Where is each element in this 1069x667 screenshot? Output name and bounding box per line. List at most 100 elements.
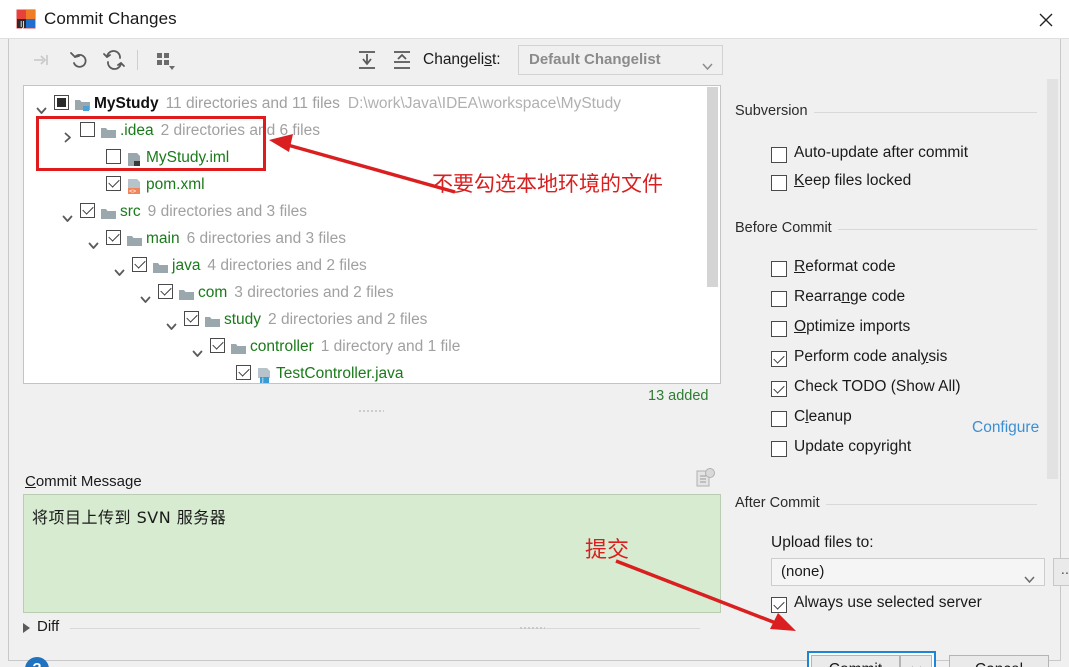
option-checkbox[interactable]	[771, 597, 787, 613]
tree-row[interactable]: main 6 directories and 3 files	[24, 225, 720, 252]
tree-row[interactable]: .idea 2 directories and 6 files	[24, 117, 720, 144]
window-title: Commit Changes	[44, 9, 177, 28]
option-checkbox[interactable]	[771, 441, 787, 457]
option-label: Keep files locked	[794, 172, 912, 189]
tree-row-name: TestController.java	[276, 365, 404, 382]
tree-row-description: 11 directories and 11 files	[165, 95, 340, 112]
tree-row-path: D:\work\Java\IDEA\workspace\MyStudy	[347, 95, 621, 112]
tree-row-checkbox[interactable]	[80, 122, 95, 137]
chevron-down-icon[interactable]	[192, 341, 203, 357]
tree-row-checkbox[interactable]	[80, 203, 95, 218]
tree-row[interactable]: src 9 directories and 3 files	[24, 198, 720, 225]
chevron-down-icon[interactable]	[166, 314, 177, 330]
annotation-text-commit: 提交	[585, 538, 630, 563]
svg-text:<>: <>	[129, 188, 137, 194]
tree-row[interactable]: study 2 directories and 2 files	[24, 306, 720, 333]
tree-row-description: 3 directories and 2 files	[234, 284, 394, 301]
option-checkbox[interactable]	[771, 351, 787, 367]
changelist-label: Changelist:	[423, 51, 501, 69]
chevron-down-icon[interactable]	[36, 98, 47, 114]
svg-text:IJ: IJ	[20, 20, 25, 29]
options-scrollbar-thumb[interactable]	[1047, 79, 1058, 479]
commit-changes-dialog: IJ Commit Changes Changelist: Default Ch…	[0, 0, 1069, 667]
folder-icon	[100, 203, 117, 219]
commit-button[interactable]: Commit	[811, 655, 900, 667]
refresh-icon[interactable]	[101, 47, 127, 73]
chevron-down-icon	[1024, 570, 1035, 584]
tree-row-name: java	[172, 257, 201, 274]
tree-row-name: MyStudy	[94, 95, 159, 112]
tree-row-description: 6 directories and 3 files	[186, 230, 346, 247]
tree-row-checkbox[interactable]	[106, 176, 121, 191]
dialog-content: Changelist: Default Changelist MyStudy 11…	[8, 39, 1069, 667]
option-checkbox[interactable]	[771, 411, 787, 427]
cancel-button[interactable]: Cancel	[949, 655, 1049, 667]
tree-row-checkbox[interactable]	[106, 149, 121, 164]
tree-row-checkbox[interactable]	[210, 338, 225, 353]
tree-scrollbar-thumb[interactable]	[707, 87, 718, 287]
option-checkbox[interactable]	[771, 291, 787, 307]
tree-row-checkbox[interactable]	[236, 365, 251, 380]
tree-row-name: pom.xml	[146, 176, 205, 193]
diff-splitter-handle[interactable]	[519, 626, 545, 631]
tree-row-checkbox[interactable]	[132, 257, 147, 272]
option-checkbox[interactable]	[771, 175, 787, 191]
folder-icon	[204, 311, 221, 327]
chevron-down-icon[interactable]	[62, 206, 73, 222]
chevron-down-icon[interactable]	[140, 287, 151, 303]
options-vertical-scrollbar[interactable]	[1046, 79, 1059, 479]
tree-splitter-handle[interactable]	[358, 409, 384, 414]
chevron-down-icon[interactable]	[88, 233, 99, 249]
tree-row[interactable]: java 4 directories and 2 files	[24, 252, 720, 279]
tree-row-checkbox[interactable]	[106, 230, 121, 245]
triangle-right-icon[interactable]	[23, 623, 30, 633]
collapse-selection-icon[interactable]	[29, 47, 55, 73]
tree-row-checkbox[interactable]	[184, 311, 199, 326]
configure-todo-link[interactable]: Configure	[972, 419, 1039, 437]
changelist-label-text: Changelist:	[423, 51, 501, 68]
option-label: Cleanup	[794, 408, 852, 425]
folder-icon	[126, 230, 143, 246]
tree-row-checkbox[interactable]	[54, 95, 69, 110]
collapse-all-icon[interactable]	[389, 47, 415, 73]
tree-row[interactable]: MyStudy.iml	[24, 144, 720, 171]
commit-message-label: Commit Message	[25, 473, 142, 490]
option-checkbox[interactable]	[771, 381, 787, 397]
xml-file-icon: <>	[126, 176, 143, 195]
option-label: Reformat code	[794, 258, 896, 275]
close-icon[interactable]	[1023, 0, 1069, 38]
iml-file-icon	[126, 149, 143, 166]
tree-row-description: 1 directory and 1 file	[320, 338, 461, 355]
tree-row-name: controller	[250, 338, 314, 355]
changelist-dropdown[interactable]: Default Changelist	[518, 45, 723, 75]
options-group-separator	[837, 229, 1037, 230]
commit-button-group: Commit	[807, 651, 936, 667]
tree-row-checkbox[interactable]	[158, 284, 173, 299]
chevron-right-icon[interactable]	[62, 125, 73, 143]
option-label: Optimize imports	[794, 318, 911, 335]
option-checkbox[interactable]	[771, 321, 787, 337]
commit-dropdown-button[interactable]	[900, 655, 932, 667]
tree-row-name: study	[224, 311, 262, 328]
option-label: Check TODO (Show All)	[794, 378, 961, 395]
option-checkbox[interactable]	[771, 261, 787, 277]
expand-all-icon[interactable]	[354, 47, 380, 73]
option-checkbox[interactable]	[771, 147, 787, 163]
commit-message-history-icon[interactable]	[695, 467, 717, 489]
folder-icon	[230, 338, 247, 354]
tree-row[interactable]: controller 1 directory and 1 file	[24, 333, 720, 360]
commit-message-text: 将项目上传到 SVN 服务器	[32, 508, 227, 527]
group-by-icon[interactable]	[152, 47, 178, 73]
chevron-down-icon[interactable]	[114, 260, 125, 276]
changed-files-tree[interactable]: MyStudy 11 directories and 11 files D:\wor…	[23, 85, 721, 384]
help-icon[interactable]: ?	[25, 657, 49, 667]
revert-icon[interactable]	[67, 47, 93, 73]
tree-row[interactable]: J TestController.java	[24, 360, 720, 383]
upload-server-browse-button[interactable]: ...	[1053, 558, 1069, 586]
tree-row[interactable]: MyStudy 11 directories and 11 files D:\wor…	[24, 90, 720, 117]
tree-vertical-scrollbar[interactable]	[706, 87, 719, 383]
tree-row[interactable]: com 3 directories and 2 files	[24, 279, 720, 306]
option-label: Perform code analysis	[794, 348, 948, 365]
upload-server-dropdown[interactable]: (none)	[771, 558, 1045, 586]
folder-icon	[178, 284, 195, 300]
